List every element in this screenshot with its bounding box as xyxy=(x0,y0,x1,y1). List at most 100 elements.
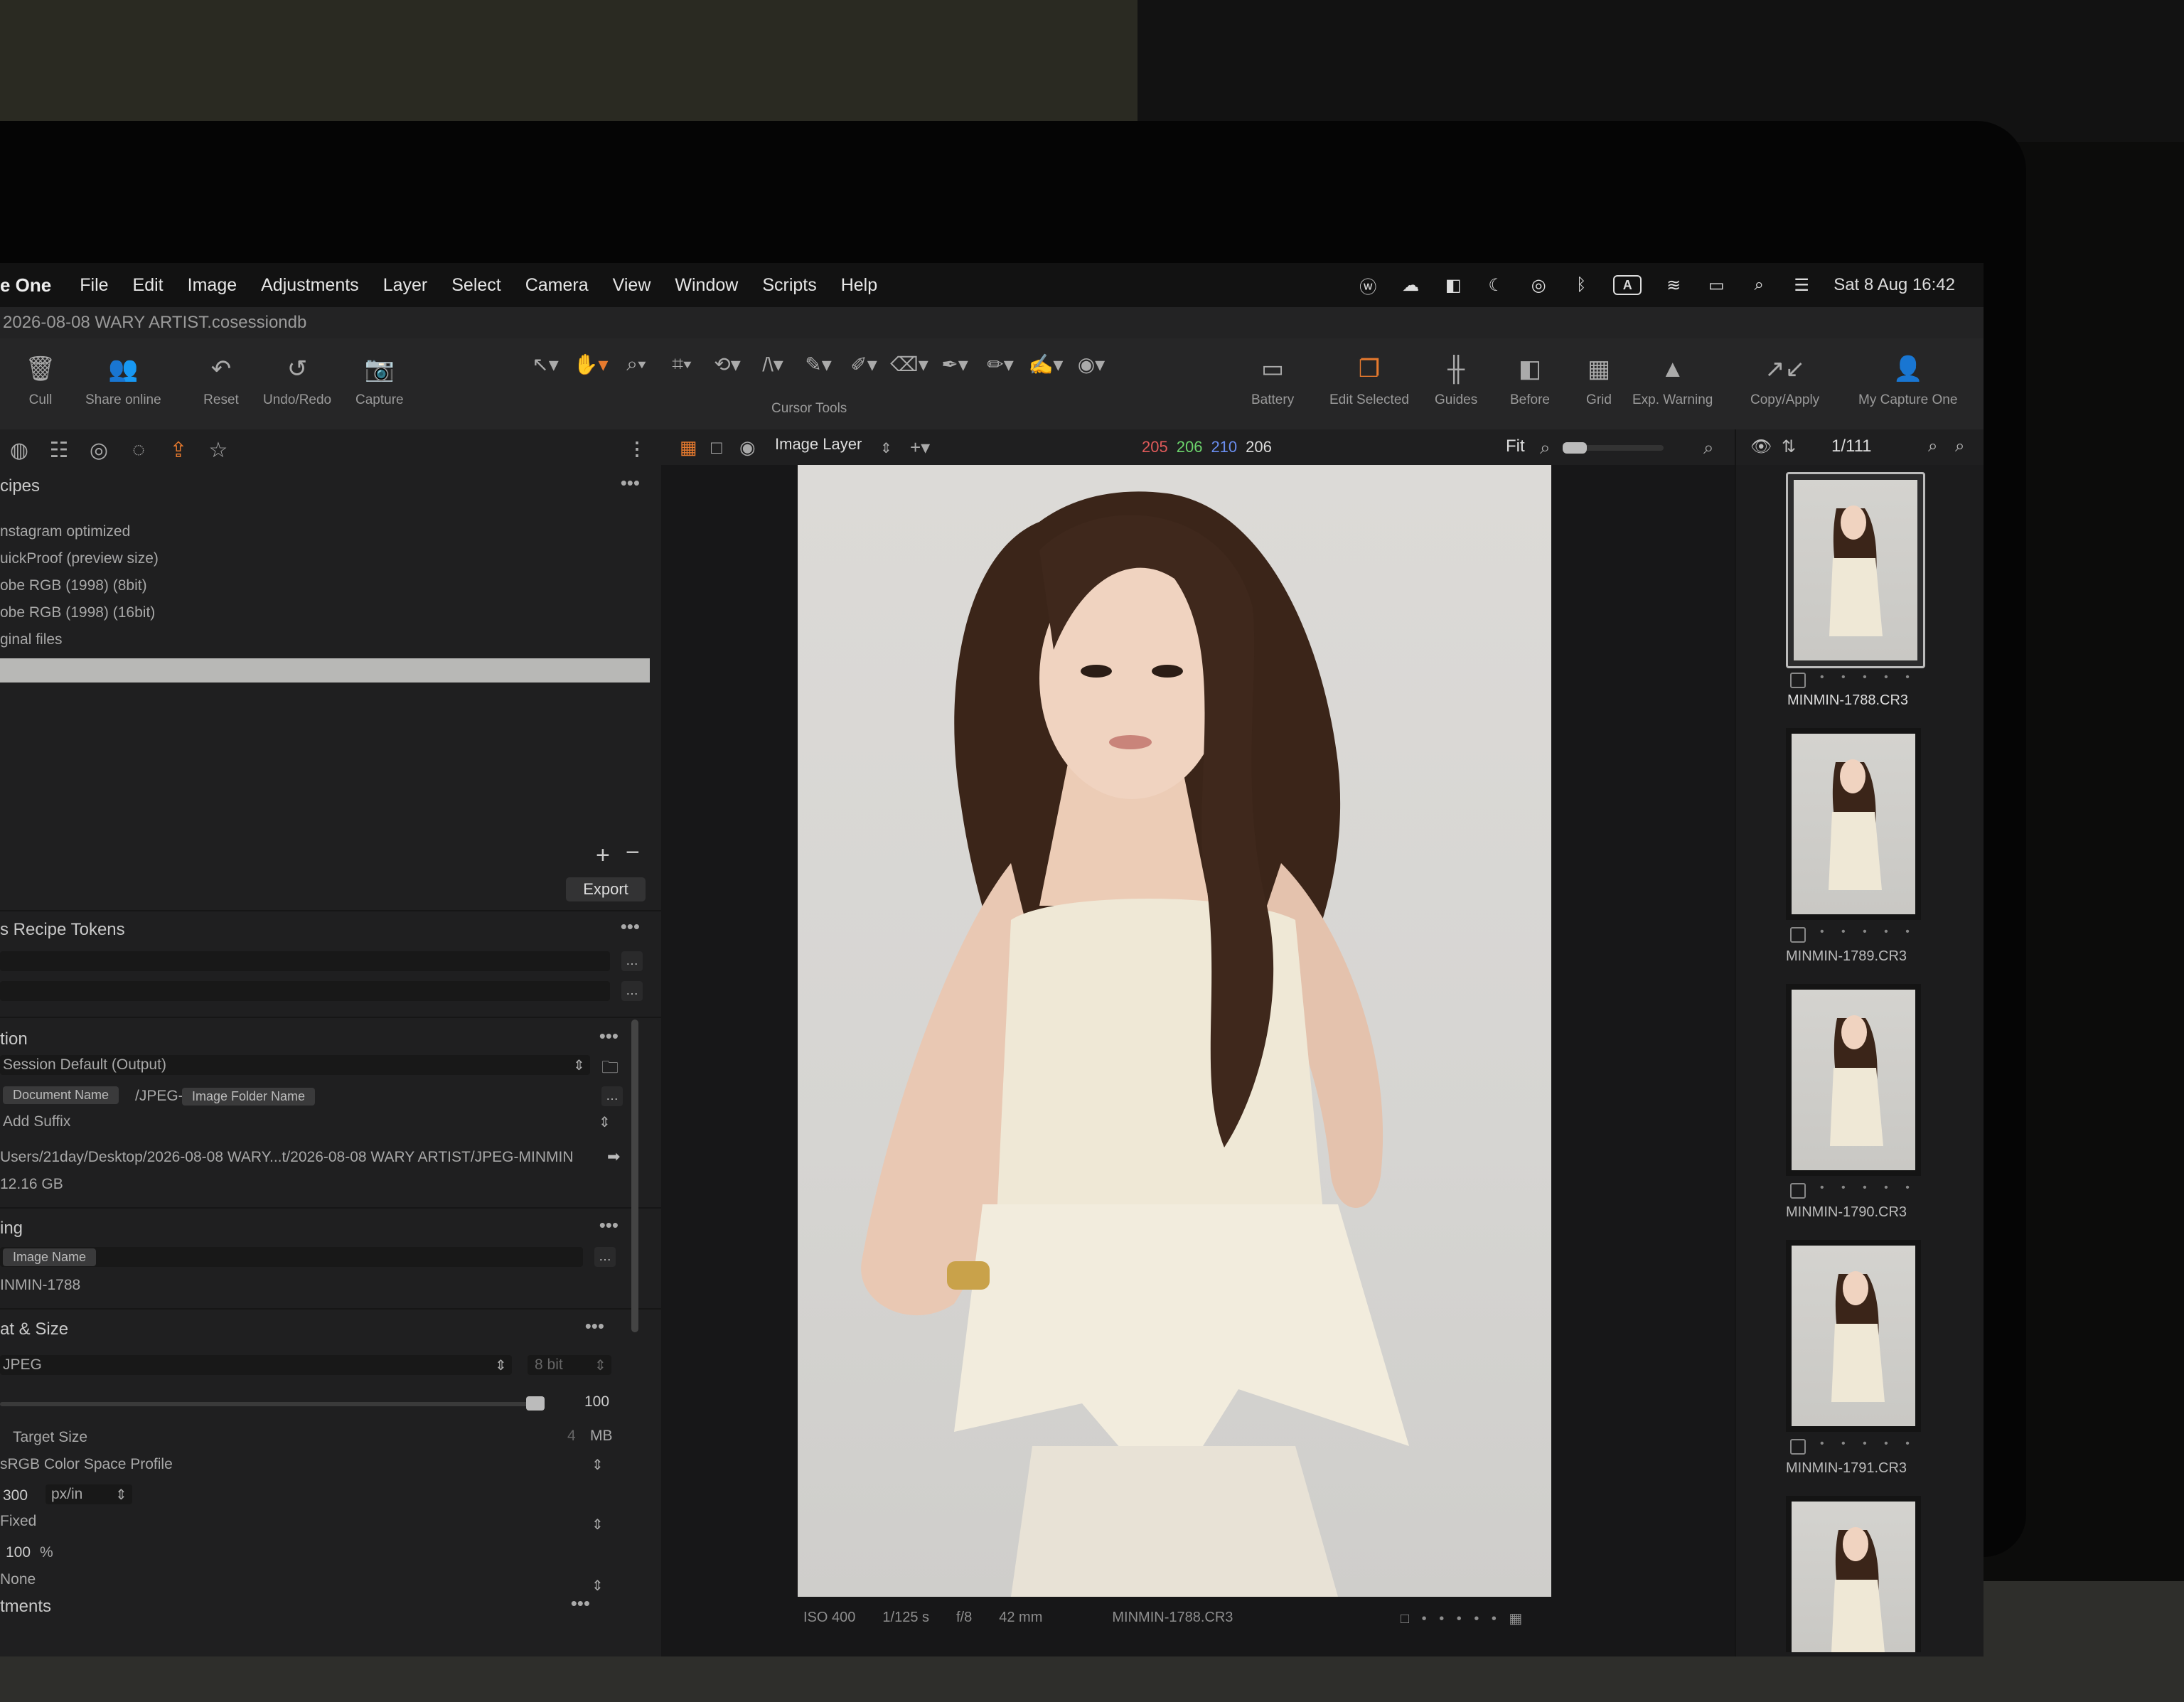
capture-button[interactable]: 📷 Capture xyxy=(355,338,404,408)
menu-select[interactable]: Select xyxy=(451,275,500,296)
resolution-unit-select[interactable]: px/in ⇕ xyxy=(46,1484,132,1504)
cloud-check-icon[interactable]: ☁ xyxy=(1400,274,1421,296)
multi-view-icon[interactable]: ▦ xyxy=(680,437,697,459)
menu-window[interactable]: Window xyxy=(675,275,738,296)
control-center-icon[interactable]: ☰ xyxy=(1791,274,1812,296)
thumbnail[interactable] xyxy=(1786,728,1921,920)
menu-scripts[interactable]: Scripts xyxy=(762,275,816,296)
exp-warning-button[interactable]: ▲ Exp. Warning xyxy=(1632,338,1713,408)
keystone-tool-icon[interactable]: /\▾ xyxy=(754,348,792,380)
location-header[interactable]: tion ••• xyxy=(0,1022,661,1055)
exposure-tab-icon[interactable]: ◌ xyxy=(124,435,154,465)
wifi-icon[interactable]: ≋ xyxy=(1663,274,1684,296)
reveal-arrow-icon[interactable]: ➡ xyxy=(607,1147,620,1166)
thumbnail-checkbox[interactable] xyxy=(1790,1439,1806,1455)
recipe-item-selected[interactable] xyxy=(0,658,650,683)
thumbnail[interactable] xyxy=(1786,984,1921,1176)
image-folder-token[interactable]: Image Folder Name xyxy=(182,1088,316,1106)
cull-button[interactable]: 🗑 Cull xyxy=(21,338,60,408)
search-icon[interactable]: ⌕ xyxy=(1748,274,1770,296)
recipes-more-icon[interactable]: ••• xyxy=(621,472,640,494)
heal-tool-icon[interactable]: ✏▾ xyxy=(981,348,1019,380)
image-name-token[interactable]: Image Name xyxy=(3,1248,97,1266)
annotate-tool-icon[interactable]: ◉▾ xyxy=(1072,348,1110,380)
add-recipe-icon[interactable]: + xyxy=(596,842,610,869)
thumbnail-checkbox[interactable] xyxy=(1790,673,1806,688)
token-field-menu[interactable]: … xyxy=(621,981,643,1001)
airplay-icon[interactable]: ◎ xyxy=(1528,274,1549,296)
remove-recipe-icon[interactable]: − xyxy=(626,839,640,867)
undo-redo-button[interactable]: ↺ Undo/Redo xyxy=(263,338,331,408)
scale-mode-select[interactable]: Fixed ⇕ xyxy=(0,1513,609,1533)
quality-slider[interactable] xyxy=(0,1396,545,1411)
subfolder-menu[interactable]: … xyxy=(601,1086,623,1106)
add-layer-icon[interactable]: +▾ xyxy=(910,437,930,459)
brush-tool-icon[interactable]: ✎▾ xyxy=(799,348,837,380)
guides-button[interactable]: ╫ Guides xyxy=(1435,338,1477,408)
token-field-menu[interactable]: … xyxy=(621,951,643,971)
menu-edit[interactable]: Edit xyxy=(133,275,164,296)
app-menu[interactable]: e One xyxy=(0,274,51,296)
menu-view[interactable]: View xyxy=(613,275,651,296)
export-tab-icon[interactable]: ⇪ xyxy=(164,435,193,465)
edit-selected-button[interactable]: ❐ Edit Selected xyxy=(1329,338,1409,408)
rating-tab-icon[interactable]: ☆ xyxy=(203,435,233,465)
quality-slider-knob[interactable] xyxy=(526,1396,545,1411)
gradient-tool-icon[interactable]: ✐▾ xyxy=(845,348,883,380)
thumbnail-rating[interactable]: • • • • • xyxy=(1820,1438,1917,1450)
naming-format-field[interactable]: Image Name xyxy=(0,1247,583,1267)
naming-menu[interactable]: … xyxy=(594,1247,616,1267)
input-a-icon[interactable]: A xyxy=(1613,275,1642,295)
folder-icon[interactable]: 🗀 xyxy=(601,1055,619,1084)
zoom-out-icon[interactable]: ⌕ xyxy=(1540,437,1551,459)
thumbnail-rating[interactable]: • • • • • xyxy=(1820,926,1917,938)
thumbnail-rating[interactable]: • • • • • xyxy=(1820,671,1917,684)
root-folder-select[interactable]: Session Default (Output) ⇕ xyxy=(0,1055,590,1075)
clone-tool-icon[interactable]: ✍▾ xyxy=(1027,348,1065,380)
menu-adjustments[interactable]: Adjustments xyxy=(261,275,359,296)
menu-help[interactable]: Help xyxy=(841,275,877,296)
thumbnail-rating[interactable]: • • • • • xyxy=(1820,1182,1917,1194)
updown-icon[interactable]: ⇕ xyxy=(880,439,892,457)
proof-view-icon[interactable]: ◉ xyxy=(739,437,756,459)
scale-value[interactable]: 100 xyxy=(6,1544,31,1561)
main-photo[interactable] xyxy=(798,465,1551,1597)
bluetooth-icon[interactable]: ᛒ xyxy=(1570,274,1592,296)
color-picker-icon[interactable]: ✒▾ xyxy=(936,348,974,380)
suffix-select[interactable]: Add Suffix ⇕ xyxy=(0,1113,611,1133)
moon-icon[interactable]: ☾ xyxy=(1485,274,1506,296)
thumbnail[interactable] xyxy=(1786,1240,1921,1432)
eye-icon[interactable]: 👁 xyxy=(1750,437,1772,457)
format-size-more-icon[interactable]: ••• xyxy=(585,1315,604,1337)
select-cursor-icon[interactable]: ↖▾ xyxy=(526,348,564,380)
photo-rating-dots[interactable]: □ • • • • • ▦ xyxy=(1401,1610,1526,1627)
open-with-select[interactable]: None ⇕ xyxy=(0,1571,609,1594)
single-view-icon[interactable]: □ xyxy=(711,437,722,459)
share-online-button[interactable]: 👥 Share online xyxy=(85,338,161,408)
zoom-slider[interactable] xyxy=(1563,442,1664,454)
recipe-tokens-more-icon[interactable]: ••• xyxy=(621,916,640,938)
adjustments-more-icon[interactable]: ••• xyxy=(571,1593,590,1615)
crop-tool-icon[interactable]: ⌗▾ xyxy=(663,348,701,380)
pan-hand-icon[interactable]: ✋▾ xyxy=(572,348,610,380)
rotate-tool-icon[interactable]: ⟲▾ xyxy=(708,348,746,380)
before-button[interactable]: ◧ Before xyxy=(1510,338,1550,408)
menu-clock[interactable]: Sat 8 Aug 16:42 xyxy=(1834,275,1955,295)
menu-camera[interactable]: Camera xyxy=(525,275,589,296)
recipe-item[interactable]: obe RGB (1998) (8bit) xyxy=(0,577,147,594)
sort-icon[interactable]: ⇅ xyxy=(1782,437,1796,457)
panel-menu-icon[interactable]: ⋮ xyxy=(628,438,647,460)
recipe-tokens-header[interactable]: s Recipe Tokens ••• xyxy=(0,913,661,946)
d-badge-icon[interactable]: ◧ xyxy=(1442,274,1464,296)
recipe-item[interactable]: ginal files xyxy=(0,631,63,648)
search-icon[interactable]: ⌕ xyxy=(1928,437,1937,456)
resolution-value[interactable]: 300 xyxy=(3,1487,28,1504)
copy-apply-button[interactable]: ↗↙ Copy/Apply xyxy=(1750,338,1819,408)
reset-button[interactable]: ↶ Reset xyxy=(202,338,240,408)
menu-image[interactable]: Image xyxy=(188,275,237,296)
zoom-slider-knob[interactable] xyxy=(1563,442,1587,454)
filter-icon[interactable]: ⌕ xyxy=(1955,437,1964,456)
library-tab-icon[interactable]: ◍ xyxy=(4,435,34,465)
naming-more-icon[interactable]: ••• xyxy=(599,1214,619,1236)
w-circle-icon[interactable]: ⓦ xyxy=(1357,274,1379,297)
